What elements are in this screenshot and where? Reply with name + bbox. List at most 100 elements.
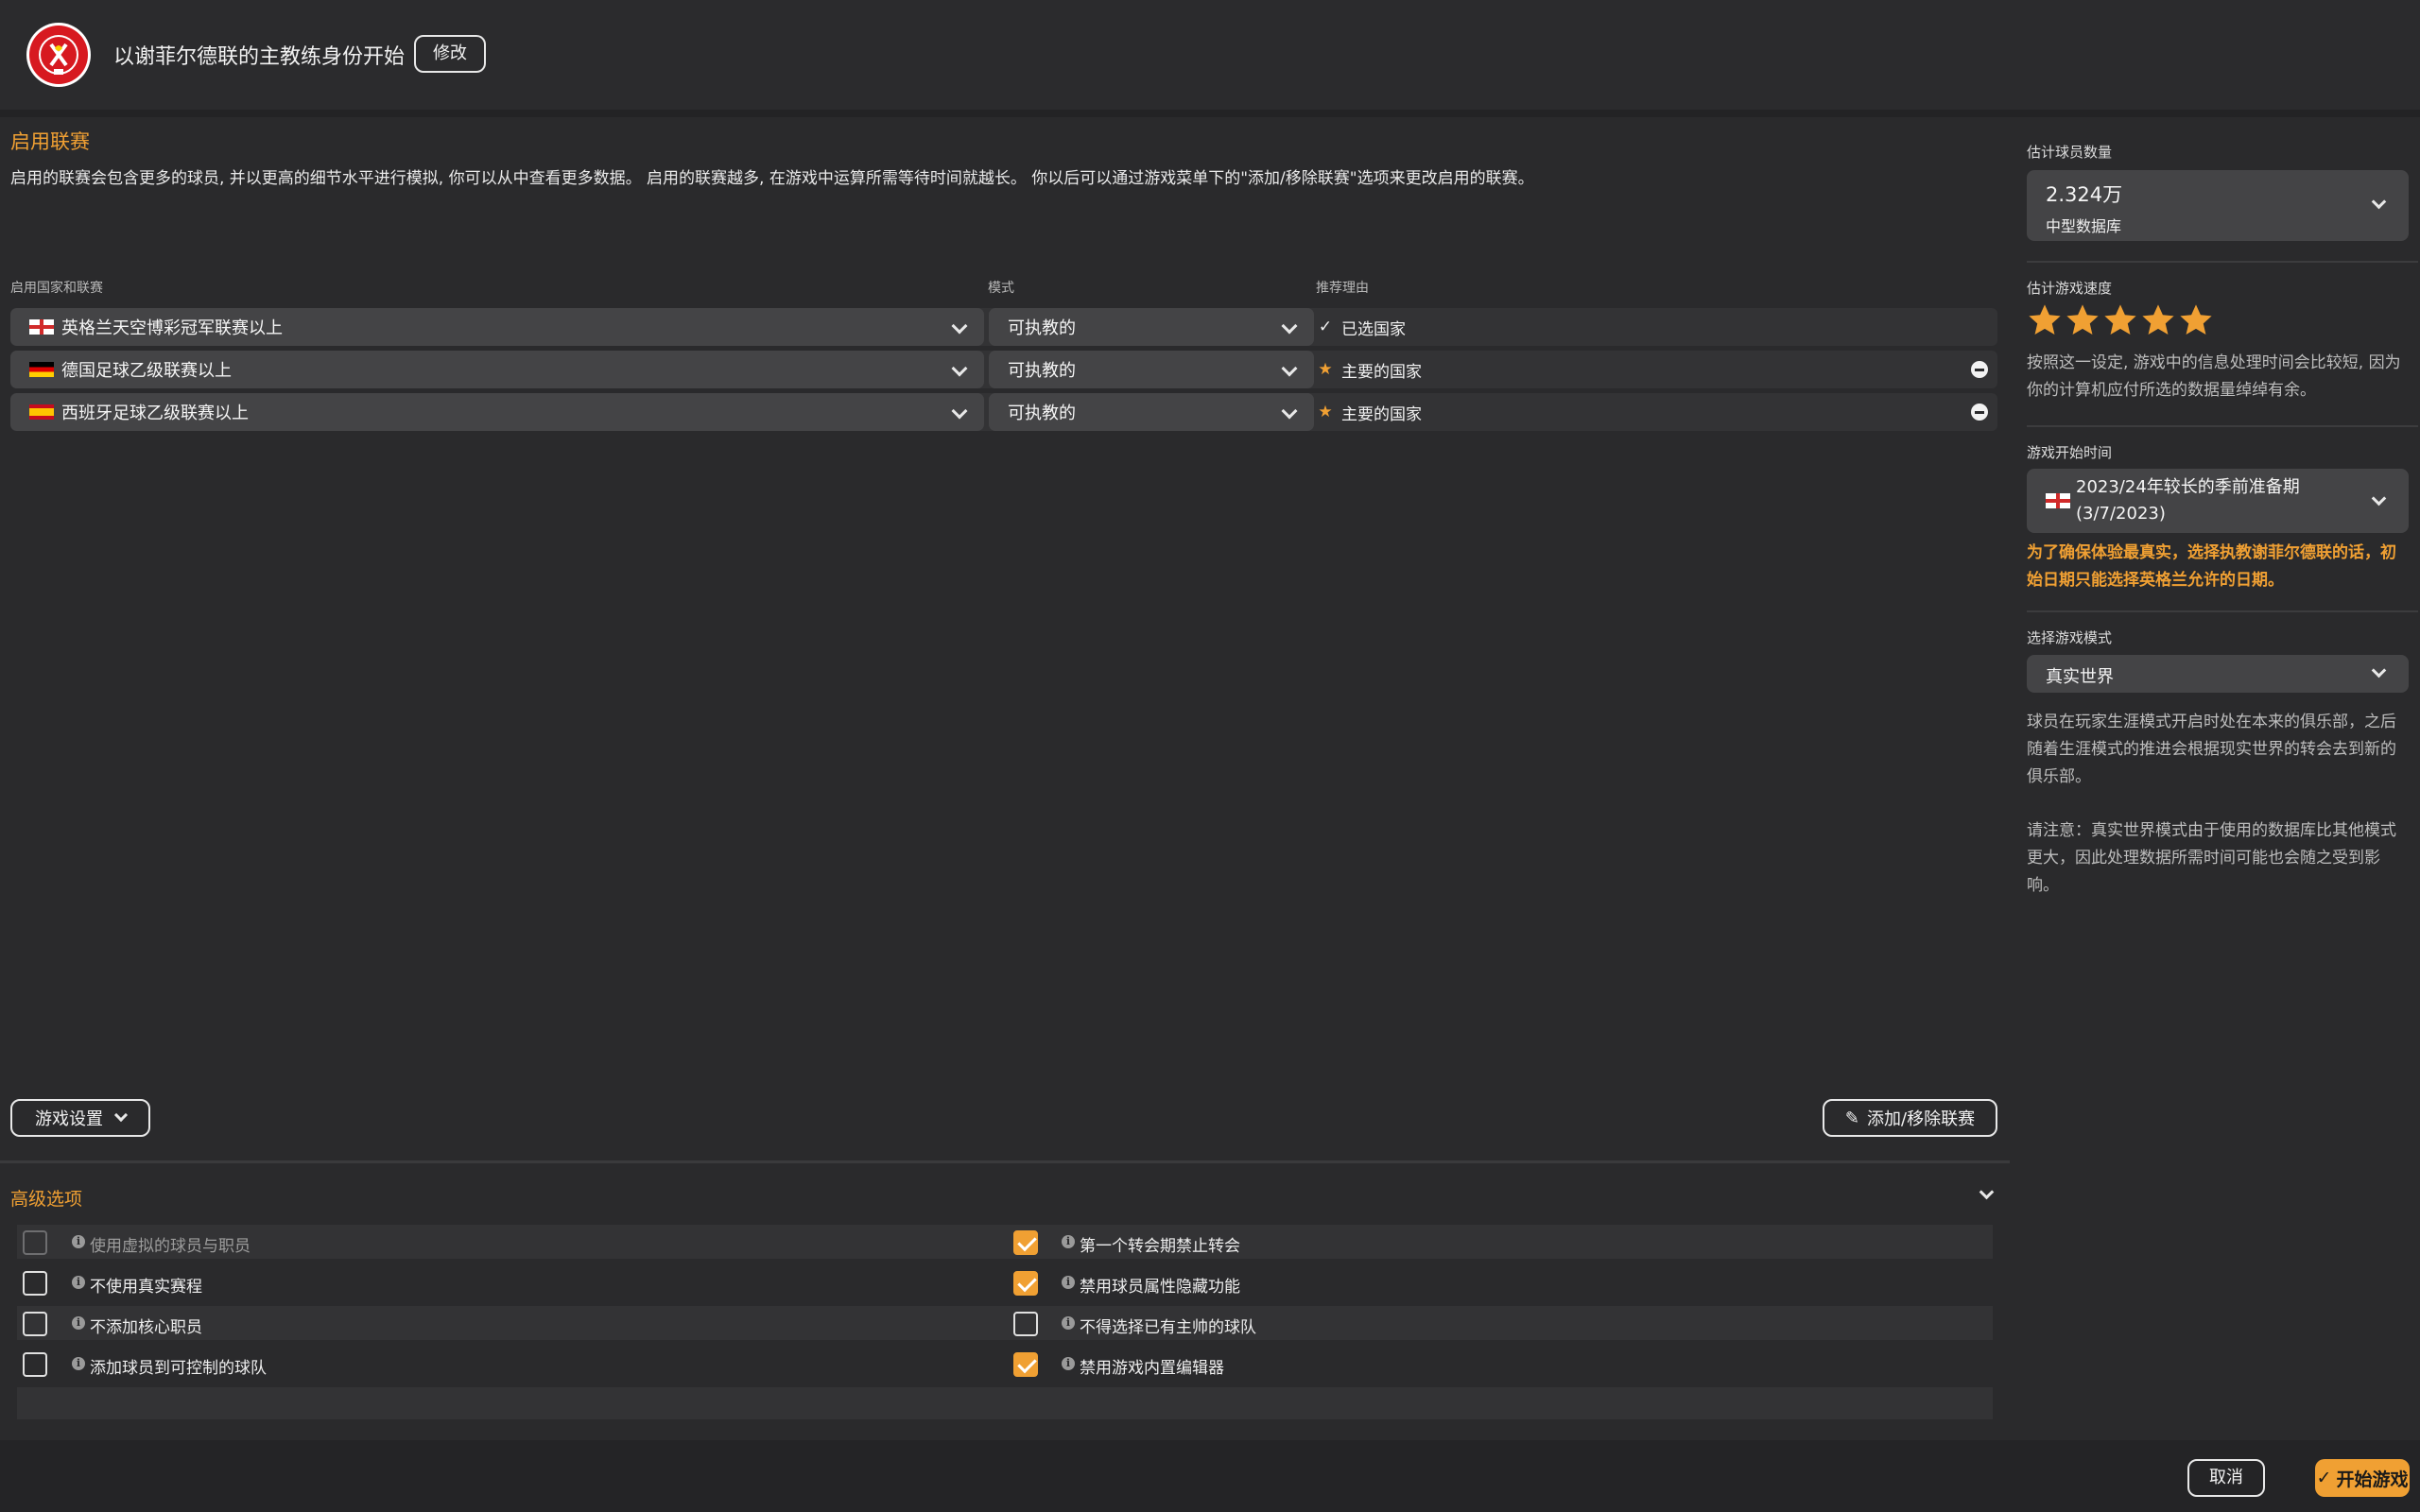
- main-panel: 启用联赛 启用的联赛会包含更多的球员, 并以更高的细节水平进行模拟, 你可以从中…: [0, 117, 2010, 1440]
- leagues-description: 启用的联赛会包含更多的球员, 并以更高的细节水平进行模拟, 你可以从中查看更多数…: [10, 169, 1534, 188]
- club-crest-icon: [26, 23, 91, 87]
- add-remove-label: 添加/移除联赛: [1867, 1109, 1976, 1129]
- league-select[interactable]: 英格兰天空博彩冠军联赛以上: [10, 308, 984, 346]
- option-label: 禁用球员属性隐藏功能: [1080, 1278, 1240, 1297]
- chevron-down-icon: [2371, 194, 2387, 210]
- reason: ✓ 已选国家: [1317, 308, 1406, 346]
- sidebar: 估计球员数量 2.324万 中型数据库 估计游戏速度 按照这一设定, 游戏中的信…: [2017, 117, 2420, 1421]
- option-row: i 添加球员到可控制的球队 i 禁用游戏内置编辑器: [17, 1347, 1993, 1381]
- edit-button[interactable]: 修改: [414, 35, 486, 73]
- mode-select[interactable]: 可执教的: [989, 308, 1314, 346]
- start-game-button[interactable]: ✓ 开始游戏: [2315, 1459, 2410, 1497]
- england-flag-icon: [2046, 493, 2070, 508]
- league-row: 西班牙足球乙级联赛以上 可执教的 ★ 主要的国家: [10, 393, 1997, 431]
- option-label: 不添加核心职员: [90, 1318, 202, 1337]
- start-time-label: 游戏开始时间: [2027, 444, 2113, 461]
- option-checkbox[interactable]: [1013, 1352, 1038, 1377]
- option-checkbox[interactable]: [1013, 1312, 1038, 1336]
- col-header-country: 启用国家和联赛: [10, 281, 103, 296]
- player-count-value: 2.324万: [2046, 183, 2123, 206]
- info-icon[interactable]: i: [1062, 1357, 1075, 1370]
- speed-note: 按照这一设定, 游戏中的信息处理时间会比较短, 因为你的计算机应付所选的数据量绰…: [2027, 353, 2401, 400]
- league-select[interactable]: 西班牙足球乙级联赛以上: [10, 393, 984, 431]
- check-icon: ✓: [1318, 318, 1333, 336]
- mode-value: 可执教的: [1008, 318, 1076, 338]
- game-mode-select[interactable]: 真实世界: [2027, 655, 2409, 693]
- chevron-down-icon: [1281, 403, 1298, 420]
- option-checkbox[interactable]: [23, 1312, 47, 1336]
- chevron-down-icon: [1281, 318, 1298, 335]
- mode-description: 球员在玩家生涯模式开启时处在本来的俱乐部，之后随着生涯模式的推进会根据现实世界的…: [2027, 713, 2396, 786]
- mode-select[interactable]: 可执教的: [989, 393, 1314, 431]
- start-game-label: 开始游戏: [2336, 1469, 2409, 1490]
- chevron-down-icon: [951, 318, 968, 335]
- option-checkbox[interactable]: [23, 1230, 47, 1255]
- spain-flag-icon: [29, 404, 54, 420]
- mode-note: 请注意：真实世界模式由于使用的数据库比其他模式更大，因此处理数据所需时间可能也会…: [2027, 821, 2396, 895]
- option-label: 添加球员到可控制的球队: [90, 1359, 267, 1378]
- star-icon: [2104, 304, 2136, 335]
- info-icon[interactable]: i: [1062, 1235, 1075, 1248]
- start-time-value: 2023/24年较长的季前准备期 (3/7/2023): [2076, 477, 2300, 524]
- remove-league-icon[interactable]: [1971, 404, 1988, 421]
- option-row-empty: [17, 1387, 1993, 1419]
- reason-text: 主要的国家: [1341, 404, 1422, 424]
- sidebar-divider: [2027, 261, 2418, 263]
- game-mode-value: 真实世界: [2046, 667, 2114, 687]
- chevron-down-icon: [2371, 490, 2387, 507]
- reason: ★ 主要的国家: [1317, 393, 1422, 431]
- germany-flag-icon: [29, 362, 54, 377]
- info-icon[interactable]: i: [72, 1316, 85, 1330]
- info-icon[interactable]: i: [72, 1235, 85, 1248]
- star-icon: [2066, 304, 2099, 335]
- game-settings-button[interactable]: 游戏设置: [10, 1099, 150, 1137]
- sidebar-divider: [2027, 610, 2418, 612]
- header-divider: [0, 110, 2420, 117]
- add-remove-leagues-button[interactable]: ✎ 添加/移除联赛: [1823, 1099, 1997, 1137]
- league-name: 西班牙足球乙级联赛以上: [61, 404, 249, 423]
- player-count-select[interactable]: 2.324万 中型数据库: [2027, 170, 2409, 241]
- cancel-button[interactable]: 取消: [2187, 1459, 2265, 1497]
- option-label: 不得选择已有主帅的球队: [1080, 1318, 1256, 1337]
- check-icon: ✓: [2316, 1468, 2332, 1488]
- mode-value: 可执教的: [1008, 404, 1076, 423]
- option-label: 使用虚拟的球员与职员: [90, 1237, 251, 1256]
- option-label: 第一个转会期禁止转会: [1080, 1237, 1240, 1256]
- option-checkbox[interactable]: [23, 1352, 47, 1377]
- option-checkbox[interactable]: [23, 1271, 47, 1296]
- chevron-down-icon: [113, 1108, 129, 1123]
- league-row: 德国足球乙级联赛以上 可执教的 ★ 主要的国家: [10, 351, 1997, 388]
- footer-bar: [0, 1440, 2420, 1512]
- advanced-title: 高级选项: [10, 1189, 83, 1210]
- mode-select[interactable]: 可执教的: [989, 351, 1314, 388]
- chevron-down-icon: [1281, 360, 1298, 377]
- speed-label: 估计游戏速度: [2027, 280, 2113, 297]
- chevron-down-icon: [951, 360, 968, 377]
- remove-league-icon[interactable]: [1971, 361, 1988, 378]
- start-time-warning: 为了确保体验最真实，选择执教谢菲尔德联的话，初始日期只能选择英格兰允许的日期。: [2027, 543, 2396, 590]
- star-icon: [2142, 304, 2174, 335]
- info-icon[interactable]: i: [1062, 1316, 1075, 1330]
- page-title: 以谢菲尔德联的主教练身份开始: [113, 45, 406, 69]
- section-divider: [0, 1160, 2010, 1163]
- option-checkbox[interactable]: [1013, 1230, 1038, 1255]
- chevron-down-icon: [2371, 662, 2387, 679]
- start-time-select[interactable]: 2023/24年较长的季前准备期 (3/7/2023): [2027, 469, 2409, 533]
- option-checkbox[interactable]: [1013, 1271, 1038, 1296]
- league-name: 英格兰天空博彩冠军联赛以上: [61, 318, 283, 338]
- info-icon[interactable]: i: [72, 1357, 85, 1370]
- league-select[interactable]: 德国足球乙级联赛以上: [10, 351, 984, 388]
- option-row: i 使用虚拟的球员与职员 i 第一个转会期禁止转会: [17, 1225, 1993, 1259]
- player-count-db: 中型数据库: [2046, 217, 2122, 235]
- info-icon[interactable]: i: [72, 1276, 85, 1289]
- option-label: 禁用游戏内置编辑器: [1080, 1359, 1224, 1378]
- option-row: i 不使用真实赛程 i 禁用球员属性隐藏功能: [17, 1265, 1993, 1299]
- collapse-chevron-icon[interactable]: [1979, 1184, 1995, 1200]
- reason-text: 主要的国家: [1341, 362, 1422, 382]
- col-header-mode: 模式: [988, 281, 1014, 296]
- game-settings-label: 游戏设置: [35, 1109, 103, 1129]
- league-row: 英格兰天空博彩冠军联赛以上 可执教的 ✓ 已选国家: [10, 308, 1997, 346]
- header-bar: 以谢菲尔德联的主教练身份开始 修改: [0, 0, 2420, 110]
- info-icon[interactable]: i: [1062, 1276, 1075, 1289]
- sidebar-divider: [2027, 425, 2418, 427]
